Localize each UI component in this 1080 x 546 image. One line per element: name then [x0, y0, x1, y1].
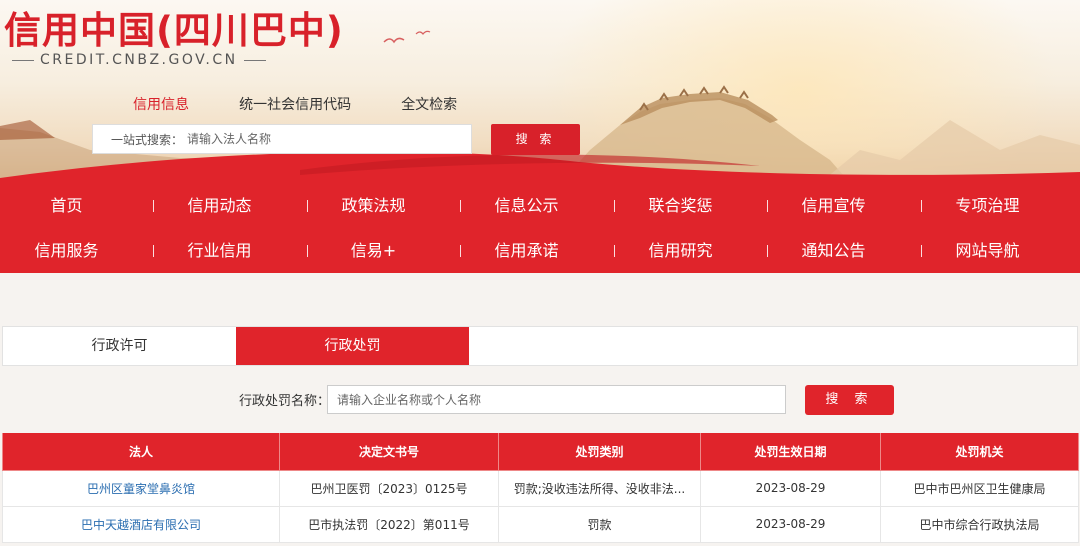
- nav-item-site-nav[interactable]: 网站导航: [911, 228, 1064, 273]
- nav-row-2: 信用服务 行业信用 信易+ 信用承诺 信用研究 通知公告 网站导航: [0, 228, 1080, 273]
- cell-legal-person-link[interactable]: 巴中天越酒店有限公司: [2, 505, 280, 543]
- nav-item-joint-rewards[interactable]: 联合奖惩: [604, 183, 757, 228]
- col-header-penalty-type: 处罚类别: [498, 433, 701, 471]
- nav-item-credit-news[interactable]: 信用动态: [143, 183, 296, 228]
- nav-item-credit-publicity[interactable]: 信用宣传: [757, 183, 910, 228]
- logo-line-right: [243, 59, 266, 61]
- nav-row-1: 首页 信用动态 政策法规 信息公示 联合奖惩 信用宣传 专项治理: [0, 183, 1080, 228]
- nav-item-home[interactable]: 首页: [0, 183, 143, 228]
- nav-item-credit-services[interactable]: 信用服务: [0, 228, 143, 273]
- nav-item-xinyi-plus[interactable]: 信易+: [297, 228, 450, 273]
- cell-decision-number: 巴市执法罚〔2022〕第011号: [279, 505, 499, 543]
- col-header-effective-date: 处罚生效日期: [700, 433, 881, 471]
- search-tab-credit-info[interactable]: 信用信息: [133, 94, 189, 114]
- cell-legal-person-link[interactable]: 巴州区童家堂鼻炎馆: [2, 469, 280, 507]
- header-search-button[interactable]: 搜 索: [491, 124, 580, 155]
- cell-penalty-authority: 巴中市综合行政执法局: [880, 505, 1079, 543]
- nav-item-notices[interactable]: 通知公告: [757, 228, 910, 273]
- nav-item-policies[interactable]: 政策法规: [297, 183, 450, 228]
- cell-decision-number: 巴州卫医罚〔2023〕0125号: [279, 469, 499, 507]
- nav-item-info-disclosure[interactable]: 信息公示: [450, 183, 603, 228]
- table-row: 巴中天越酒店有限公司 巴市执法罚〔2022〕第011号 罚款 2023-08-2…: [2, 505, 1079, 543]
- penalty-search-input[interactable]: [327, 385, 786, 414]
- logo-domain-text: CREDIT.CNBZ.GOV.CN: [40, 52, 238, 68]
- logo-line-left: [12, 59, 34, 61]
- col-header-decision-number: 决定文书号: [279, 433, 499, 471]
- header-search-label: 一站式搜索：: [111, 133, 184, 147]
- table-row: 巴州区童家堂鼻炎馆 巴州卫医罚〔2023〕0125号 罚款;没收违法所得、没收非…: [2, 469, 1079, 507]
- col-header-legal-person: 法人: [2, 433, 280, 471]
- nav-item-special-governance[interactable]: 专项治理: [911, 183, 1064, 228]
- table-header-row: 法人 决定文书号 处罚类别 处罚生效日期 处罚机关: [2, 433, 1079, 471]
- nav-item-industry-credit[interactable]: 行业信用: [143, 228, 296, 273]
- record-type-tabs: 行政许可 行政处罚: [2, 326, 1078, 366]
- cell-penalty-authority: 巴中市巴州区卫生健康局: [880, 469, 1079, 507]
- penalty-search-label: 行政处罚名称：: [239, 394, 331, 409]
- search-tab-credit-code[interactable]: 统一社会信用代码: [239, 94, 351, 114]
- birds-decoration: [383, 30, 431, 44]
- nav-item-credit-research[interactable]: 信用研究: [604, 228, 757, 273]
- penalty-search-button[interactable]: 搜 索: [805, 385, 894, 415]
- cell-effective-date: 2023-08-29: [700, 469, 881, 507]
- search-type-tabs: 信用信息 统一社会信用代码 全文检索: [133, 94, 502, 114]
- col-header-penalty-authority: 处罚机关: [880, 433, 1079, 471]
- search-tab-fulltext[interactable]: 全文检索: [401, 94, 457, 114]
- header-search-input[interactable]: [187, 129, 457, 149]
- header-search-box: 一站式搜索：: [92, 124, 472, 154]
- penalty-table: 法人 决定文书号 处罚类别 处罚生效日期 处罚机关 巴州区童家堂鼻炎馆 巴州卫医…: [2, 433, 1079, 543]
- site-logo-title[interactable]: 信用中国(四川巴中): [4, 6, 344, 56]
- tab-admin-penalty[interactable]: 行政处罚: [236, 327, 469, 365]
- main-navigation: 首页 信用动态 政策法规 信息公示 联合奖惩 信用宣传 专项治理 信用服务 行业…: [0, 183, 1080, 273]
- header-banner: 信用中国(四川巴中) CREDIT.CNBZ.GOV.CN 信用信息 统一社会信…: [0, 0, 1080, 183]
- cell-penalty-type: 罚款;没收违法所得、没收非法...: [498, 469, 701, 507]
- tab-admin-license[interactable]: 行政许可: [3, 327, 236, 365]
- nav-item-credit-commitment[interactable]: 信用承诺: [450, 228, 603, 273]
- cell-penalty-type: 罚款: [498, 505, 701, 543]
- site-logo-domain: CREDIT.CNBZ.GOV.CN: [6, 52, 272, 68]
- cell-effective-date: 2023-08-29: [700, 505, 881, 543]
